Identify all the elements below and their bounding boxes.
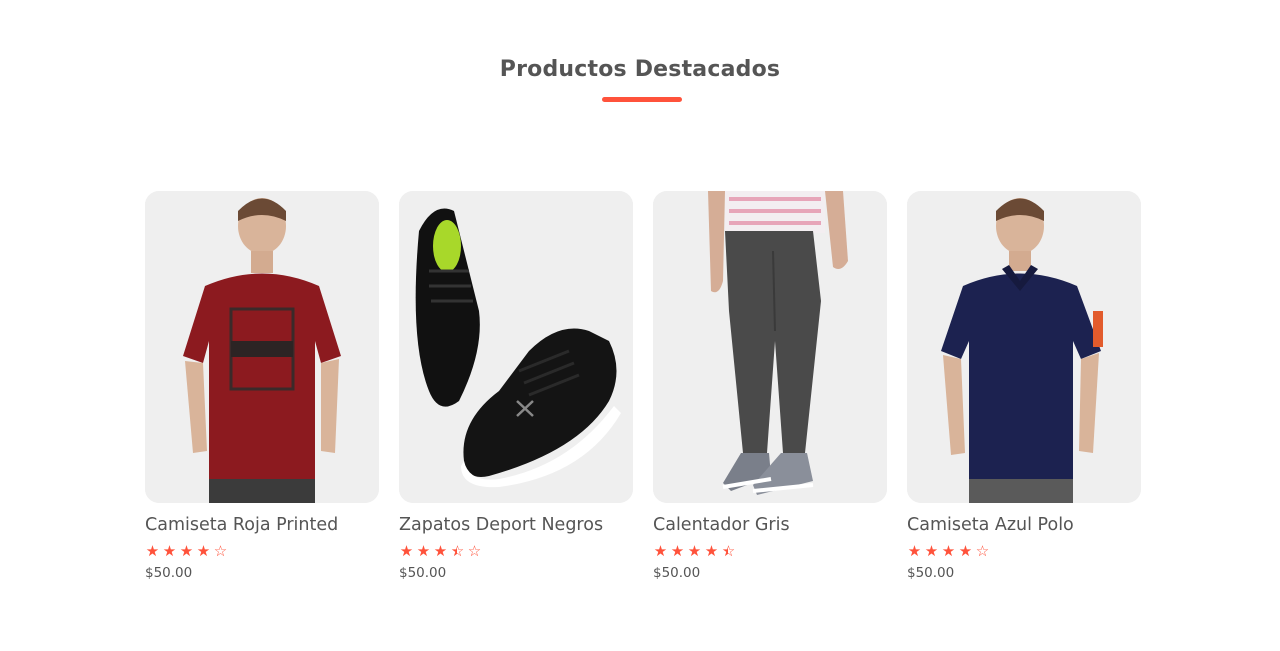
black-sport-shoes-image	[399, 191, 633, 503]
product-price: $50.00	[399, 565, 447, 581]
product-card-navy-polo[interactable]: Camiseta Azul Polo ★ ★ ★ ★ ☆ $50.00	[907, 191, 1141, 581]
star-full-icon: ★	[399, 542, 414, 560]
star-full-icon: ★	[924, 542, 939, 560]
star-full-icon: ★	[704, 542, 719, 560]
star-full-icon: ★	[162, 542, 177, 560]
star-full-icon: ★	[958, 542, 973, 560]
title-underline	[602, 97, 682, 102]
product-card-grey-joggers[interactable]: Calentador Gris ★ ★ ★ ★ ★ $50.00	[653, 191, 887, 581]
star-full-icon: ★	[687, 542, 702, 560]
product-rating: ★ ★ ★ ★ ☆	[399, 542, 633, 560]
product-grid: Camiseta Roja Printed ★ ★ ★ ★ ☆ $50.00 Z…	[145, 191, 1141, 581]
star-full-icon: ★	[196, 542, 211, 560]
product-name[interactable]: Camiseta Azul Polo	[907, 513, 1141, 537]
product-name[interactable]: Camiseta Roja Printed	[145, 513, 379, 537]
product-image[interactable]	[907, 191, 1141, 503]
grey-joggers-image	[653, 191, 887, 503]
product-price: $50.00	[653, 565, 701, 581]
star-half-icon: ★	[450, 542, 465, 560]
star-full-icon: ★	[416, 542, 431, 560]
red-printed-tshirt-image	[145, 191, 379, 503]
navy-polo-shirt-image	[907, 191, 1141, 503]
product-image[interactable]	[653, 191, 887, 503]
product-price: $50.00	[907, 565, 955, 581]
product-card-red-tshirt[interactable]: Camiseta Roja Printed ★ ★ ★ ★ ☆ $50.00	[145, 191, 379, 581]
star-half-icon: ★	[721, 542, 736, 560]
section-title: Productos Destacados	[499, 57, 781, 82]
product-rating: ★ ★ ★ ★ ☆	[145, 542, 379, 560]
star-full-icon: ★	[653, 542, 668, 560]
product-name[interactable]: Calentador Gris	[653, 513, 887, 537]
product-image[interactable]	[145, 191, 379, 503]
star-full-icon: ★	[145, 542, 160, 560]
product-image[interactable]	[399, 191, 633, 503]
star-empty-icon: ☆	[467, 542, 482, 560]
product-rating: ★ ★ ★ ★ ★	[653, 542, 887, 560]
star-empty-icon: ☆	[213, 542, 228, 560]
star-full-icon: ★	[941, 542, 956, 560]
star-full-icon: ★	[670, 542, 685, 560]
product-rating: ★ ★ ★ ★ ☆	[907, 542, 1141, 560]
star-empty-icon: ☆	[975, 542, 990, 560]
product-price: $50.00	[145, 565, 193, 581]
product-name[interactable]: Zapatos Deport Negros	[399, 513, 633, 537]
product-card-black-shoes[interactable]: Zapatos Deport Negros ★ ★ ★ ★ ☆ $50.00	[399, 191, 633, 581]
star-full-icon: ★	[179, 542, 194, 560]
star-full-icon: ★	[433, 542, 448, 560]
star-full-icon: ★	[907, 542, 922, 560]
